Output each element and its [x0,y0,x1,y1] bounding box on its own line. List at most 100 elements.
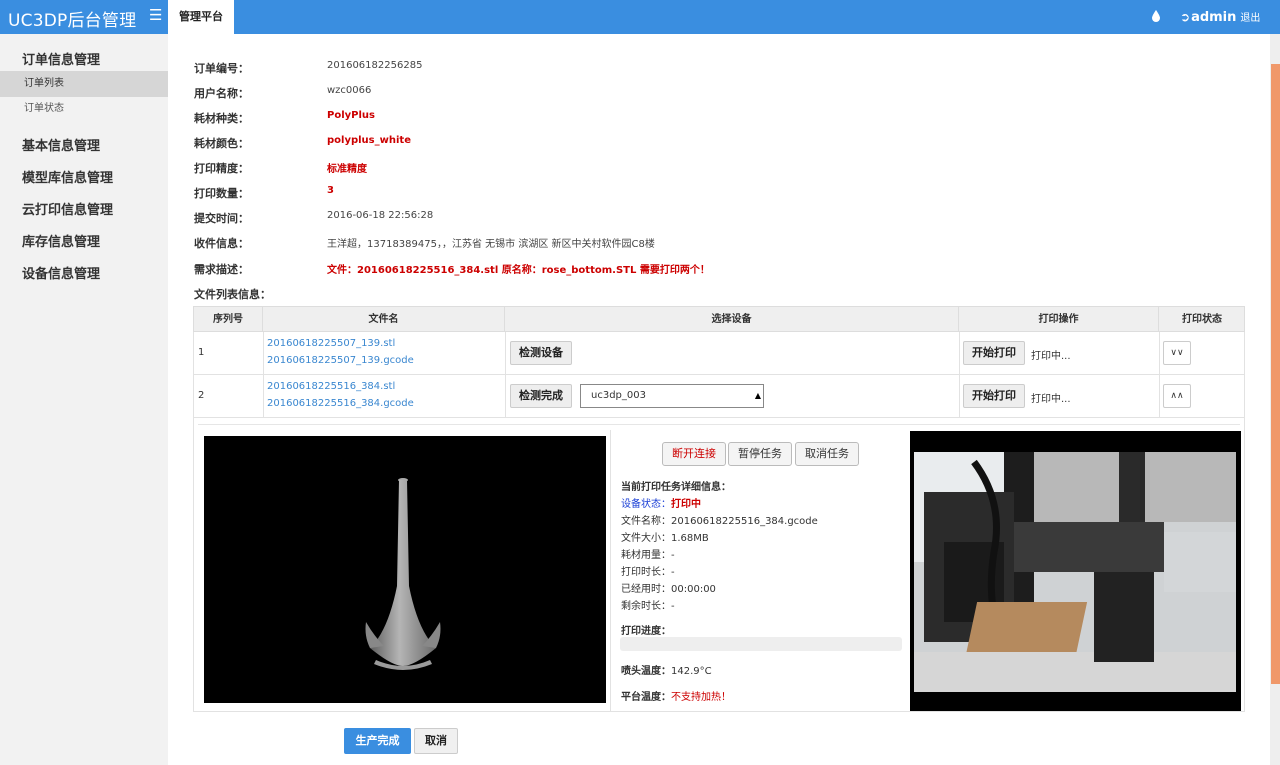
print-status-text: 打印中... [1031,394,1071,405]
start-print-button[interactable]: 开始打印 [963,384,1025,408]
column-header-print-action: 打印操作 [959,307,1159,333]
bed-temp-value: 不支持加热！ [671,692,731,703]
brand-title[interactable]: UC3DP后台管理 [8,6,136,31]
sidebar-group-order[interactable]: 订单信息管理 [22,49,100,68]
model-preview-image [365,478,441,670]
order-id-label: 订单编号： [194,62,249,75]
check-device-button[interactable]: 检测设备 [510,341,572,365]
sidebar-group-model-library[interactable]: 模型库信息管理 [22,167,113,186]
column-header-index: 序列号 [194,307,263,333]
device-status-value: 打印中 [671,499,701,510]
droplet-icon[interactable] [1151,9,1161,23]
chevron-double-down-icon[interactable]: ∨∨ [1163,341,1191,365]
print-duration-value: - [671,567,675,578]
sidebar-group-cloud-print[interactable]: 云打印信息管理 [22,199,113,218]
select-arrow-icon: ▲ [754,391,761,400]
tab-management-platform[interactable]: 管理平台 [168,0,234,34]
production-complete-button[interactable]: 生产完成 [344,728,411,754]
elapsed-time-label: 已经用时： [621,584,671,595]
print-duration-label: 打印时长： [621,567,671,578]
scrollbar-thumb[interactable] [1271,64,1280,684]
start-print-button[interactable]: 开始打印 [963,341,1025,365]
file-link-stl[interactable]: 20160618225516_384.stl [267,381,395,392]
panel-divider [198,424,1240,425]
sidebar-item-order-status[interactable]: 订单状态 [0,96,168,122]
cancel-button[interactable]: 取消 [414,728,458,754]
remaining-time-value: - [671,601,675,612]
model-3d-viewer[interactable] [204,436,606,703]
pause-task-button[interactable]: 暂停任务 [728,442,792,466]
username-label: 用户名称： [194,87,249,100]
file-link-stl[interactable]: 20160618225507_139.stl [267,338,395,349]
panel-separator [610,430,611,712]
column-header-device: 选择设备 [505,307,959,333]
print-progress-bar [620,637,902,651]
device-status-row: 设备状态：打印中 [621,495,701,510]
file-size-row: 文件大小：1.68MB [621,529,709,544]
material-color-value: polyplus_white [327,135,411,146]
top-navbar: UC3DP后台管理 ☰ 管理平台 ➲admin 退出 [0,0,1280,34]
user-area: ➲admin 退出 [1180,9,1260,25]
print-quantity-label: 打印数量： [194,187,249,200]
material-usage-value: - [671,550,675,561]
file-link-gcode[interactable]: 20160618225516_384.gcode [267,398,414,409]
elapsed-time-row: 已经用时：00:00:00 [621,580,716,595]
material-usage-label: 耗材用量： [621,550,671,561]
sidebar-item-order-list[interactable]: 订单列表 [0,71,168,97]
submit-time-label: 提交时间： [194,212,249,225]
nozzle-temp-value: 142.9°C [671,666,712,677]
requirement-value: 文件：20160618225516_384.stl 原名称：rose_botto… [327,265,710,276]
nozzle-temp-label: 喷头温度： [621,666,671,677]
column-header-print-status: 打印状态 [1182,314,1222,325]
remaining-time-row: 剩余时长：- [621,597,675,612]
check-complete-button[interactable]: 检测完成 [510,384,572,408]
remaining-time-label: 剩余时长： [621,601,671,612]
camera-image [914,452,1236,692]
row-index: 1 [198,347,205,358]
print-quantity-value: 3 [327,185,334,196]
hamburger-icon[interactable]: ☰ [149,6,162,24]
logout-icon[interactable]: ➲ [1180,10,1190,24]
file-list-title: 文件列表信息： [194,288,271,301]
material-usage-row: 耗材用量：- [621,546,675,561]
cancel-task-button[interactable]: 取消任务 [795,442,859,466]
shipping-info-value: 王洋超，13718389475，，江苏省 无锡市 滨湖区 新区中关村软件园C8楼 [327,239,655,250]
file-size-value: 1.68MB [671,533,709,544]
device-select[interactable]: uc3dp_003 ▲ [580,384,764,408]
material-type-label: 耗材种类： [194,112,249,125]
requirement-label: 需求描述： [194,263,249,276]
row-index: 2 [198,390,205,401]
submit-time-value: 2016-06-18 22:56:28 [327,210,434,221]
nozzle-temp-row: 喷头温度：142.9°C [621,662,712,677]
file-table-header: 序列号 文件名 选择设备 打印操作 打印状态 [193,306,1245,333]
order-id-value: 201606182256285 [327,60,423,71]
print-precision-label: 打印精度： [194,162,249,175]
column-header-filename: 文件名 [263,307,505,333]
shipping-info-label: 收件信息： [194,237,249,250]
logout-link[interactable]: 退出 [1240,13,1260,24]
username[interactable]: admin [1191,10,1236,25]
file-name-row: 文件名称：20160618225516_384.gcode [621,512,818,527]
device-status-label: 设备状态： [621,499,671,510]
material-color-label: 耗材颜色： [194,137,249,150]
bed-temp-label: 平台温度： [621,692,671,703]
task-detail-title: 当前打印任务详细信息： [621,482,731,493]
bed-temp-row: 平台温度：不支持加热！ [621,688,731,703]
file-name-label: 文件名称： [621,516,671,527]
sidebar-group-basic[interactable]: 基本信息管理 [22,135,100,154]
file-size-label: 文件大小： [621,533,671,544]
sidebar-group-inventory[interactable]: 库存信息管理 [22,231,100,250]
material-type-value: PolyPlus [327,110,375,121]
username-value: wzc0066 [327,85,372,96]
print-precision-value: 标准精度 [327,164,367,175]
file-link-gcode[interactable]: 20160618225507_139.gcode [267,355,414,366]
elapsed-time-value: 00:00:00 [671,584,716,595]
file-name-value: 20160618225516_384.gcode [671,516,818,527]
print-duration-row: 打印时长：- [621,563,675,578]
device-select-value: uc3dp_003 [591,390,646,401]
print-status-text: 打印中... [1031,351,1071,362]
print-progress-label: 打印进度： [621,626,671,637]
chevron-double-up-icon[interactable]: ∧∧ [1163,384,1191,408]
disconnect-button[interactable]: 断开连接 [662,442,726,466]
sidebar-group-device[interactable]: 设备信息管理 [22,263,100,282]
